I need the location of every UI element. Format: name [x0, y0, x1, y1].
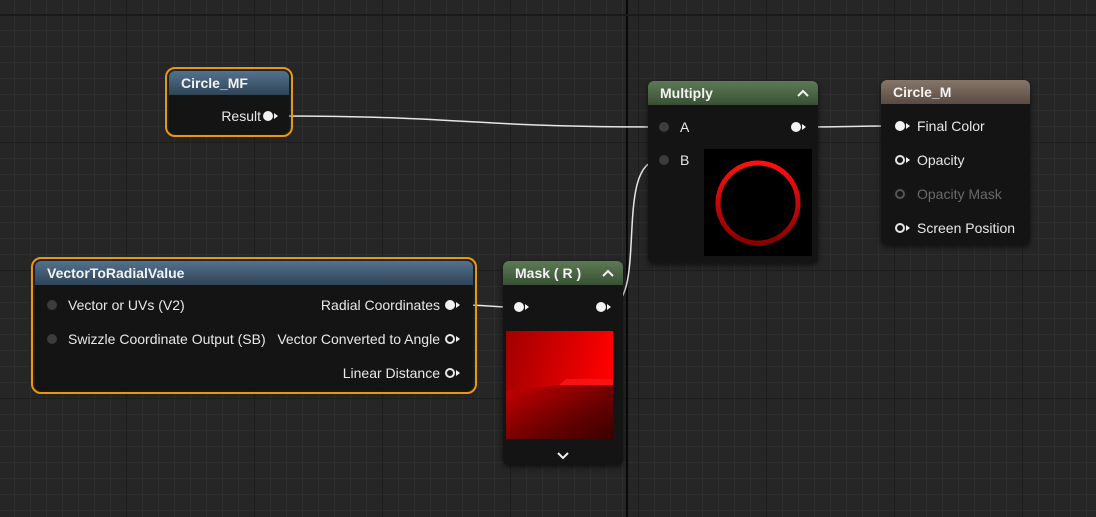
- screen-position-row[interactable]: Screen Position: [917, 218, 1015, 238]
- chevron-down-icon[interactable]: [557, 447, 571, 460]
- vector-uvs-input-pin[interactable]: [47, 300, 57, 310]
- multiply-a-row[interactable]: A: [680, 117, 689, 137]
- multiply-a-input-pin[interactable]: [659, 122, 669, 132]
- swizzle-label: Swizzle Coordinate Output (SB): [68, 331, 266, 347]
- opacity-label: Opacity: [917, 152, 965, 168]
- mask-r-node[interactable]: Mask ( R ): [503, 261, 623, 465]
- mask-title[interactable]: Mask ( R ): [503, 261, 623, 285]
- final-color-input-pin[interactable]: [895, 121, 905, 131]
- linear-distance-output-pin[interactable]: [445, 368, 455, 378]
- result-label: Result: [221, 108, 261, 124]
- opacity-mask-label: Opacity Mask: [917, 186, 1002, 202]
- multiply-b-label: B: [680, 152, 690, 168]
- linear-distance-arrow: [456, 370, 460, 376]
- final-color-arrow: [906, 123, 910, 129]
- multiply-title[interactable]: Multiply: [648, 81, 818, 105]
- opacity-mask-input-pin[interactable]: [895, 189, 905, 199]
- vector-to-angle-row[interactable]: Vector Converted to Angle: [277, 329, 440, 349]
- result-pin-row[interactable]: Result: [221, 106, 261, 126]
- graph-origin-horizontal: [0, 14, 1096, 16]
- vector-uvs-label: Vector or UVs (V2): [68, 297, 185, 313]
- wire-result-to-a[interactable]: [278, 115, 661, 128]
- vector-to-radial-title[interactable]: VectorToRadialValue: [35, 261, 473, 285]
- radial-coordinates-output-pin[interactable]: [445, 300, 455, 310]
- linear-distance-label: Linear Distance: [342, 365, 440, 381]
- vector-uvs-row[interactable]: Vector or UVs (V2): [68, 295, 185, 315]
- chevron-up-icon[interactable]: [601, 261, 615, 285]
- chevron-up-icon[interactable]: [796, 81, 810, 105]
- radial-coordinates-row[interactable]: Radial Coordinates: [321, 295, 440, 315]
- multiply-a-label: A: [680, 119, 690, 135]
- vector-to-angle-arrow: [456, 336, 460, 342]
- graph-origin-vertical: [626, 0, 628, 517]
- screen-position-arrow: [906, 225, 910, 231]
- radial-coordinates-arrow: [456, 302, 460, 308]
- circle-mf-title[interactable]: Circle_MF: [169, 71, 289, 95]
- multiply-output-arrow: [802, 124, 806, 130]
- opacity-arrow: [906, 157, 910, 163]
- mask-input-arrow: [525, 304, 529, 310]
- multiply-node[interactable]: Multiply A B: [648, 81, 818, 263]
- result-output-arrow: [274, 113, 278, 119]
- swizzle-input-pin[interactable]: [47, 334, 57, 344]
- linear-distance-row[interactable]: Linear Distance: [343, 363, 440, 383]
- opacity-row[interactable]: Opacity: [917, 150, 964, 170]
- mask-output-pin[interactable]: [596, 302, 606, 312]
- multiply-preview-image: [704, 149, 812, 256]
- mask-title-text: Mask ( R ): [515, 265, 582, 281]
- opacity-mask-row[interactable]: Opacity Mask: [917, 184, 1002, 204]
- opacity-input-pin[interactable]: [895, 155, 905, 165]
- vector-to-angle-label: Vector Converted to Angle: [277, 331, 440, 347]
- multiply-title-text: Multiply: [660, 85, 713, 101]
- circle-mf-node[interactable]: Circle_MF Result: [165, 67, 293, 137]
- multiply-b-input-pin[interactable]: [659, 155, 669, 165]
- mask-input-pin[interactable]: [514, 302, 524, 312]
- mask-preview-image: [506, 331, 613, 439]
- swizzle-row[interactable]: Swizzle Coordinate Output (SB): [68, 329, 266, 349]
- mask-output-arrow: [607, 304, 611, 310]
- final-color-label: Final Color: [917, 118, 985, 134]
- result-output-pin[interactable]: [263, 111, 273, 121]
- circle-m-title[interactable]: Circle_M: [881, 80, 1030, 104]
- final-color-row[interactable]: Final Color: [917, 116, 985, 136]
- circle-m-result-node[interactable]: Circle_M Final Color Opacity Opacity Mas…: [881, 80, 1030, 245]
- screen-position-label: Screen Position: [917, 220, 1016, 236]
- multiply-output-pin[interactable]: [791, 122, 801, 132]
- radial-coordinates-label: Radial Coordinates: [320, 297, 440, 313]
- vector-to-angle-output-pin[interactable]: [445, 334, 455, 344]
- vector-to-radial-value-node[interactable]: VectorToRadialValue Vector or UVs (V2) S…: [31, 257, 477, 394]
- screen-position-input-pin[interactable]: [895, 223, 905, 233]
- multiply-b-row[interactable]: B: [680, 150, 689, 170]
